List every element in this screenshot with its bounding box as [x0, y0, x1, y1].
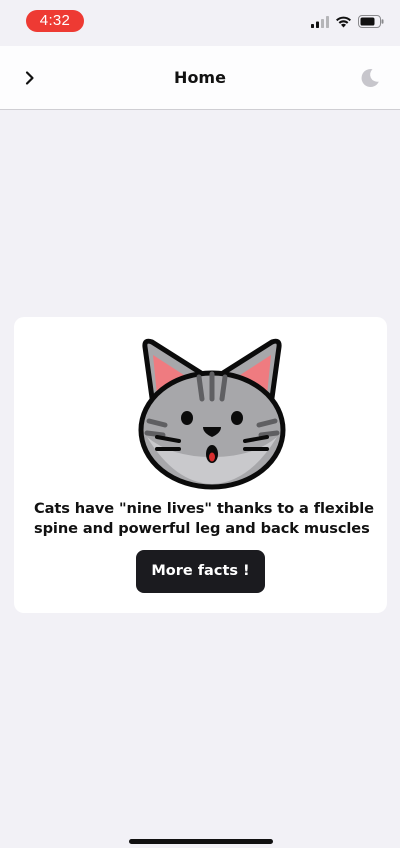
- home-indicator[interactable]: [129, 839, 273, 844]
- fact-card: Cats have "nine lives" thanks to a flexi…: [14, 317, 387, 613]
- fact-text: Cats have "nine lives" thanks to a flexi…: [34, 500, 374, 537]
- status-bar: 4:32: [0, 0, 400, 46]
- cat-face-illustration: [135, 333, 289, 491]
- more-facts-button[interactable]: More facts !: [136, 550, 265, 593]
- status-icons: [311, 13, 384, 31]
- battery-icon: [358, 13, 384, 32]
- wifi-icon: [335, 13, 352, 32]
- navigation-bar: Home: [0, 46, 400, 110]
- cellular-signal-icon: [311, 13, 329, 32]
- moon-icon[interactable]: [358, 66, 382, 90]
- status-time: 4:32: [26, 10, 84, 32]
- page-title: Home: [174, 68, 226, 87]
